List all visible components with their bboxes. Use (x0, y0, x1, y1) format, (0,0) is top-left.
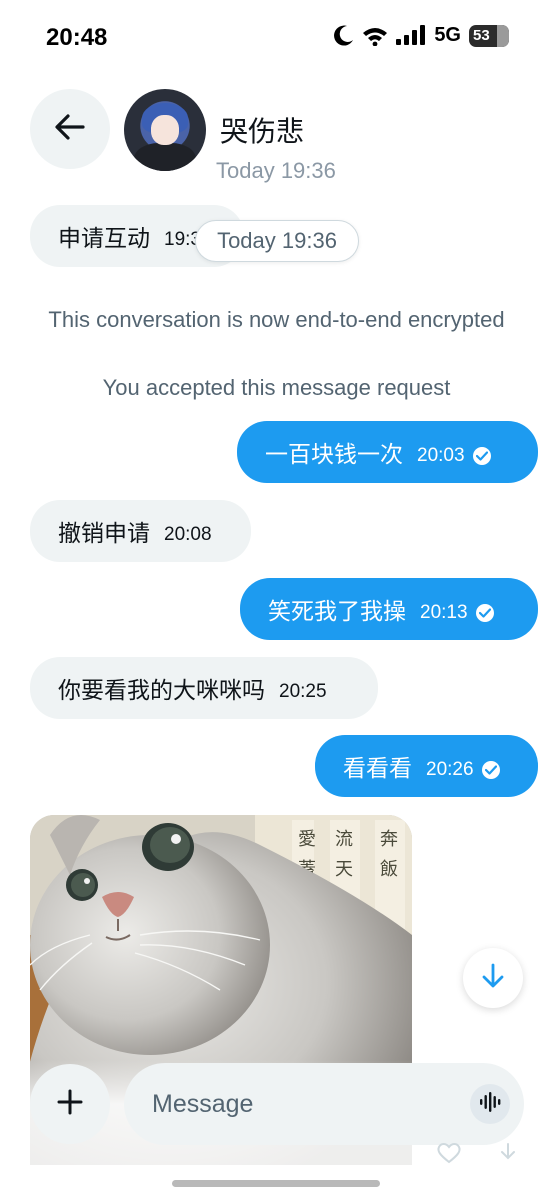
message-bubble-outgoing[interactable]: 笑死我了我操 20:13 (240, 578, 538, 640)
plus-icon (57, 1089, 83, 1119)
svg-text:天: 天 (335, 859, 353, 880)
arrow-down-icon (482, 963, 504, 993)
heart-icon[interactable] (436, 1142, 462, 1164)
status-time: 20:48 (46, 24, 108, 51)
voice-message-button[interactable] (470, 1084, 510, 1124)
download-icon[interactable] (498, 1142, 518, 1164)
scroll-to-bottom-button[interactable] (463, 948, 523, 1008)
message-composer[interactable] (124, 1063, 524, 1145)
svg-text:流: 流 (335, 829, 353, 850)
message-text: 看看看 (343, 756, 412, 782)
waveform-icon (479, 1091, 501, 1117)
message-text: 一百块钱一次 (265, 442, 403, 468)
svg-text:愛: 愛 (298, 829, 316, 850)
message-text: 笑死我了我操 (268, 599, 406, 625)
message-time: 20:25 (279, 681, 327, 702)
contact-subtitle: Today 19:36 (216, 158, 336, 183)
message-bubble-incoming[interactable]: 你要看我的大咪咪吗 20:25 (30, 657, 378, 719)
svg-text:飯: 飯 (380, 859, 398, 880)
status-bar: 20:48 5G 53 (0, 0, 553, 70)
battery-level: 53 (473, 27, 490, 44)
message-bubble-incoming[interactable]: 撤销申请 20:08 (30, 500, 251, 562)
message-input[interactable] (152, 1089, 452, 1119)
message-bubble-outgoing[interactable]: 一百块钱一次 20:03 (237, 421, 538, 483)
signal-icon (396, 24, 426, 47)
encryption-notice: This conversation is now end-to-end encr… (48, 307, 505, 332)
message-time: 20:26 (426, 759, 474, 780)
date-pill: Today 19:36 (195, 220, 359, 262)
home-indicator[interactable] (172, 1180, 380, 1187)
request-accepted-notice: You accepted this message request (102, 375, 451, 400)
message-text: 申请互动 (58, 226, 150, 252)
add-attachment-button[interactable] (30, 1064, 110, 1144)
message-time: 20:03 (417, 445, 465, 466)
message-time: 20:08 (164, 524, 212, 545)
network-type: 5G (434, 24, 461, 46)
message-text: 撤销申请 (58, 521, 150, 547)
moon-icon (334, 25, 354, 47)
back-button[interactable] (30, 89, 110, 169)
check-circle-icon (475, 604, 494, 622)
message-bubble-outgoing[interactable]: 看看看 20:26 (315, 735, 538, 797)
svg-text:奔: 奔 (380, 829, 398, 850)
check-circle-icon (472, 447, 491, 465)
wifi-icon (362, 26, 388, 46)
avatar[interactable] (124, 89, 206, 171)
arrow-left-icon (55, 114, 85, 144)
message-time: 20:13 (420, 602, 468, 623)
check-circle-icon (481, 761, 500, 779)
contact-name[interactable]: 哭伤悲 (220, 110, 304, 150)
message-text: 你要看我的大咪咪吗 (58, 678, 265, 704)
status-icons: 5G 53 (334, 24, 509, 47)
battery-indicator: 53 (469, 24, 509, 47)
